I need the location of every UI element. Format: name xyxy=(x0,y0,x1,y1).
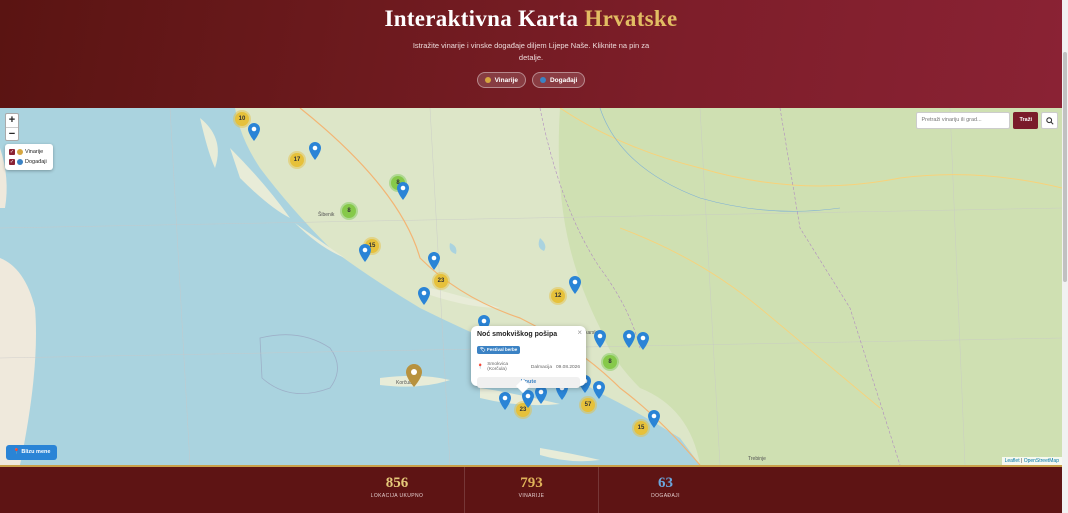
map-place-sibenik: Šibenik xyxy=(318,211,335,218)
event-pin-icon[interactable] xyxy=(593,381,605,399)
search-input[interactable]: Pretraži vinariju ili grad... xyxy=(916,112,1011,129)
event-pin-icon[interactable] xyxy=(594,330,606,348)
cluster-count: 12 xyxy=(551,289,565,303)
stat-wineries-value: 793 xyxy=(520,475,543,491)
hero-header: Interaktivna Karta Hrvatske Istražite vi… xyxy=(0,0,1062,108)
cluster-count: 23 xyxy=(434,274,448,288)
event-pin-icon[interactable] xyxy=(535,386,547,404)
title-accent: Hrvatske xyxy=(584,6,678,31)
map-cluster[interactable]: 17 xyxy=(288,151,306,169)
event-pin-icon[interactable] xyxy=(428,252,440,270)
page-title: Interaktivna Karta Hrvatske xyxy=(0,6,1062,32)
hero-subtitle: Istražite vinarije i vinske događaje dil… xyxy=(412,41,650,62)
winery-dot-icon xyxy=(17,149,23,155)
cluster-count: 57 xyxy=(581,398,595,412)
event-pin-icon[interactable] xyxy=(569,276,581,294)
scrollbar-thumb[interactable] xyxy=(1063,52,1067,282)
interactive-map[interactable]: Korčula Šibenik Makarska Trebinje + − ✓ … xyxy=(0,108,1062,465)
event-pin-icon[interactable] xyxy=(648,410,660,428)
event-pin-icon[interactable] xyxy=(359,244,371,262)
event-pin-icon[interactable] xyxy=(623,330,635,348)
map-cluster[interactable]: 23 xyxy=(432,272,450,290)
popup-title: Noć smokviškog pošipa xyxy=(477,331,558,338)
stat-events-label: DOGAĐAJI xyxy=(651,493,680,499)
near-me-label: Blizu mene xyxy=(21,449,51,455)
location-pin-icon: 📍 xyxy=(477,364,484,370)
layer-wineries-label: Vinarije xyxy=(25,149,44,155)
page-scrollbar[interactable] xyxy=(1062,0,1068,513)
popup-location: Smokvica (Korčula) xyxy=(487,362,509,372)
event-pin-icon[interactable] xyxy=(418,287,430,305)
stat-total-label: LOKACIJA UKUPNO xyxy=(370,493,424,499)
event-pin-icon[interactable] xyxy=(637,332,649,350)
leaflet-link[interactable]: Leaflet xyxy=(1005,458,1020,464)
layer-events-label: Događaji xyxy=(25,159,47,165)
checkbox-checked-icon[interactable]: ✓ xyxy=(9,159,15,165)
search-icon-button[interactable] xyxy=(1041,112,1058,129)
popup-badge: 🏷 Festival berbe xyxy=(477,346,521,354)
event-pin-icon[interactable] xyxy=(248,123,260,141)
filter-pills: Vinarije Događaji xyxy=(0,72,1062,88)
map-place-trebinje: Trebinje xyxy=(748,456,766,462)
title-main: Interaktivna Karta xyxy=(384,6,579,31)
event-dot-icon xyxy=(539,77,546,83)
event-pin-icon[interactable] xyxy=(309,142,321,160)
event-dot-icon xyxy=(17,159,23,165)
popup-meta: 📍 Smokvica (Korčula) Dalmacija 09.08.202… xyxy=(477,362,580,372)
cluster-count: 8 xyxy=(342,204,356,218)
map-attribution: Leaflet | OpenStreetMap xyxy=(1001,457,1062,465)
attribution-separator: | xyxy=(1020,458,1023,464)
cluster-count: 15 xyxy=(634,421,648,435)
osm-link[interactable]: OpenStreetMap xyxy=(1024,458,1059,464)
filter-events-button[interactable]: Događaji xyxy=(531,72,586,88)
search-icon xyxy=(1045,116,1054,125)
map-cluster[interactable]: 8 xyxy=(340,202,358,220)
cluster-count: 8 xyxy=(603,355,617,369)
checkbox-checked-icon[interactable]: ✓ xyxy=(9,149,15,155)
stat-total-value: 856 xyxy=(385,475,409,491)
map-cluster[interactable]: 8 xyxy=(601,353,619,371)
event-pin-icon[interactable] xyxy=(522,390,534,408)
near-me-button[interactable]: 📍 Blizu mene xyxy=(6,445,58,460)
stats-bar: 856 LOKACIJA UKUPNO 793 VINARIJE 63 DOGA… xyxy=(0,465,1062,513)
stat-total: 856 LOKACIJA UKUPNO xyxy=(330,467,464,513)
zoom-in-button[interactable]: + xyxy=(6,114,18,127)
zoom-out-button[interactable]: − xyxy=(6,127,18,140)
popup-date: 09.08.2026 xyxy=(555,364,580,370)
winery-dot-icon xyxy=(484,77,491,83)
layer-wineries[interactable]: ✓ Vinarije xyxy=(9,147,49,157)
map-cluster[interactable]: 12 xyxy=(549,287,567,305)
cluster-count: 17 xyxy=(290,153,304,167)
filter-wineries-label: Vinarije xyxy=(494,76,518,84)
map-search: Pretraži vinariju ili grad... Traži xyxy=(916,112,1058,129)
cluster-count: 10 xyxy=(235,112,249,126)
stat-events-value: 63 xyxy=(658,475,673,491)
popup-badge-label: Festival berbe xyxy=(486,347,518,352)
filter-events-label: Događaji xyxy=(549,76,578,84)
event-pin-icon[interactable] xyxy=(499,392,511,410)
winery-pin-icon[interactable] xyxy=(406,364,422,387)
event-popup: × Noć smokviškog pošipa 🏷 Festival berbe… xyxy=(471,326,586,394)
stat-wineries-label: VINARIJE xyxy=(518,493,545,499)
popup-close-button[interactable]: × xyxy=(577,328,582,337)
stat-events: 63 DOGAĐAJI xyxy=(598,467,732,513)
stat-wineries: 793 VINARIJE xyxy=(464,467,598,513)
popup-region: Dalmacija xyxy=(530,364,552,370)
event-pin-icon[interactable] xyxy=(397,182,409,200)
zoom-controls: + − xyxy=(5,113,19,141)
search-button[interactable]: Traži xyxy=(1013,112,1038,129)
layer-events[interactable]: ✓ Događaji xyxy=(9,157,49,167)
layer-control: ✓ Vinarije ✓ Događaji xyxy=(5,144,53,170)
filter-wineries-button[interactable]: Vinarije xyxy=(476,72,526,88)
